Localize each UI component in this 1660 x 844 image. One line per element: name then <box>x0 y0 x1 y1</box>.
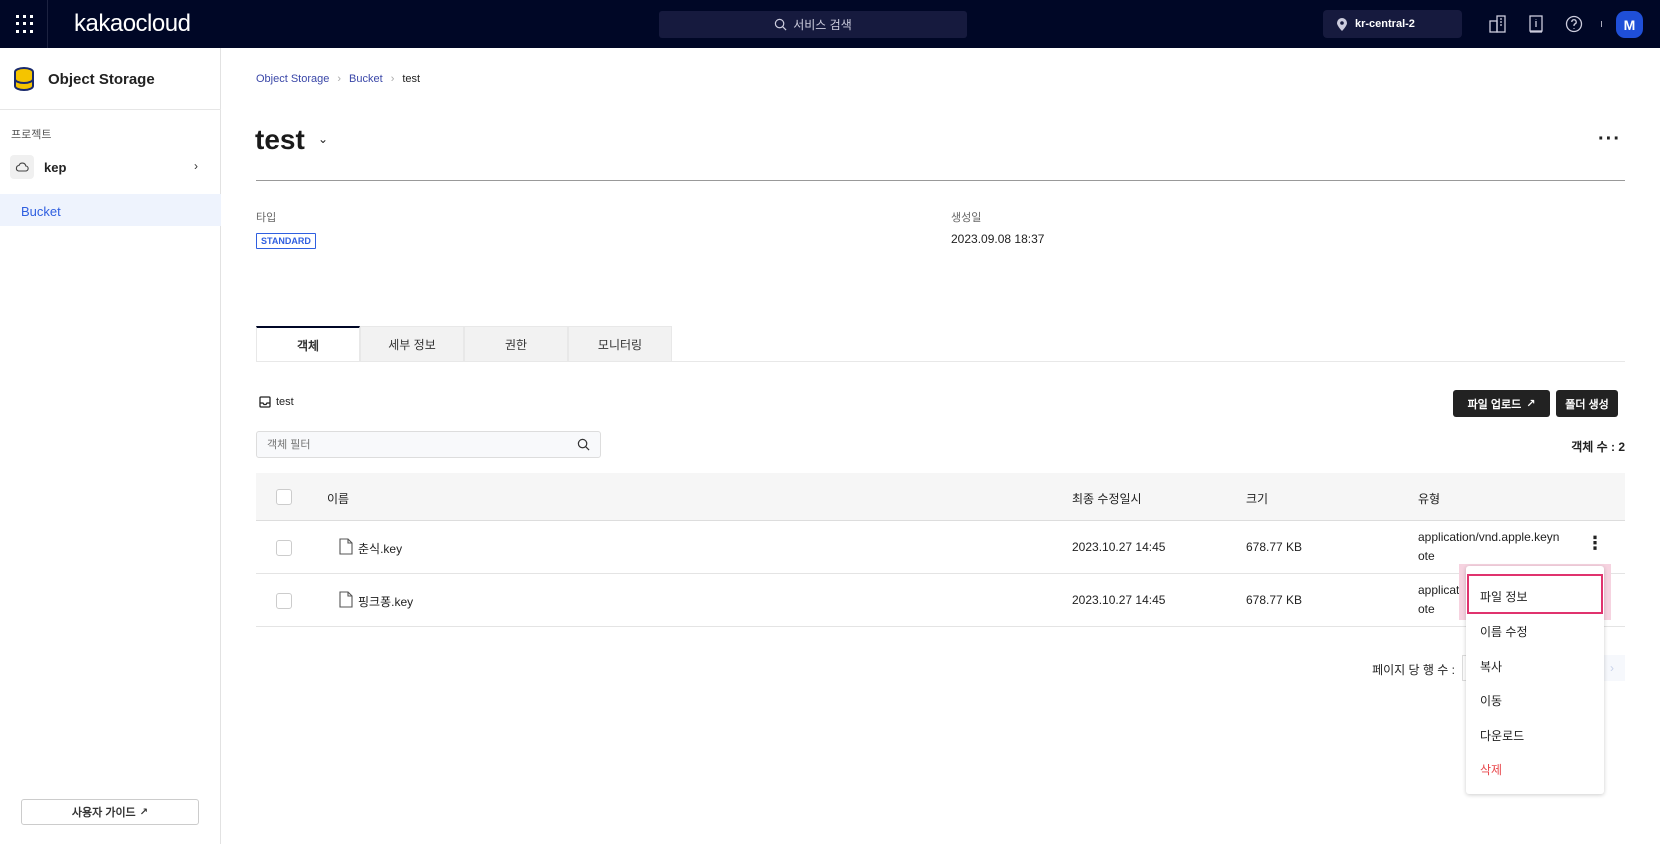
menu-item-download[interactable]: 다운로드 <box>1480 727 1524 744</box>
tab-objects[interactable]: 객체 <box>256 326 360 362</box>
upload-label: 파일 업로드 <box>1467 398 1522 411</box>
region-label: kr-central-2 <box>1355 18 1415 30</box>
app-grid-icon[interactable] <box>16 15 34 33</box>
menu-item-move[interactable]: 이동 <box>1480 692 1502 709</box>
help-icon[interactable] <box>1564 14 1584 34</box>
more-options-icon[interactable]: ··· <box>1598 128 1621 151</box>
created-value: 2023.09.08 18:37 <box>951 232 1045 246</box>
modified: 2023.10.27 14:45 <box>1072 593 1166 607</box>
type-line2: ote <box>1418 602 1435 616</box>
chevron-right-icon: › <box>337 73 342 85</box>
divider <box>256 180 1625 181</box>
size: 678.77 KB <box>1246 540 1303 554</box>
object-count: 객체 수 : 2 <box>1571 440 1625 454</box>
divider <box>1601 21 1602 27</box>
divider <box>256 361 1625 362</box>
object-storage-icon <box>14 67 34 91</box>
menu-item-copy[interactable]: 복사 <box>1480 658 1502 675</box>
create-folder-button[interactable]: 폴더 생성 <box>1556 390 1618 417</box>
menu-item-delete[interactable]: 삭제 <box>1480 761 1502 778</box>
created-label: 생성일 <box>951 212 982 224</box>
tab-details[interactable]: 세부 정보 <box>360 326 464 362</box>
breadcrumb-current: test <box>402 73 421 85</box>
logo[interactable]: kakaocloud <box>74 10 191 38</box>
service-search[interactable]: 서비스 검색 <box>659 11 967 38</box>
section-label: 프로젝트 <box>11 129 52 141</box>
table-row[interactable]: 춘식.key 2023.10.27 14:45 678.77 KB applic… <box>256 521 1625 574</box>
row-checkbox[interactable] <box>276 593 292 609</box>
divider <box>47 0 48 48</box>
file-icon <box>339 538 353 555</box>
table-row[interactable]: 핑크퐁.key 2023.10.27 14:45 678.77 KB appli… <box>256 574 1625 627</box>
user-guide-label: 사용자 가이드 <box>71 807 136 819</box>
building-icon[interactable] <box>1488 14 1508 34</box>
tab-bar: 객체 세부 정보 권한 모니터링 <box>256 326 672 362</box>
divider <box>0 109 221 110</box>
column-modified[interactable]: 최종 수정일시 <box>1072 490 1142 507</box>
menu-item-rename[interactable]: 이름 수정 <box>1480 623 1528 640</box>
guide-book-icon[interactable] <box>1526 14 1546 34</box>
inbox-icon <box>259 396 271 408</box>
tab-monitoring[interactable]: 모니터링 <box>568 326 672 362</box>
highlight-box <box>1467 574 1603 614</box>
search-placeholder: 서비스 검색 <box>793 18 852 32</box>
folder-name: test <box>276 396 294 408</box>
sidebar: Object Storage 프로젝트 kep › Bucket 사용자 가이드… <box>0 48 221 844</box>
chevron-right-icon: › <box>194 159 198 173</box>
row-checkbox[interactable] <box>276 540 292 556</box>
external-link-icon: ↗ <box>1526 398 1536 410</box>
current-folder[interactable]: test <box>259 396 294 408</box>
chevron-down-icon[interactable]: ⌄ <box>318 132 328 146</box>
chevron-right-icon: › <box>390 73 395 85</box>
user-guide-button[interactable]: 사용자 가이드 ↗ <box>21 799 199 825</box>
file-icon <box>339 591 353 608</box>
search-icon[interactable] <box>577 438 590 451</box>
table-header: 이름 최종 수정일시 크기 유형 <box>256 473 1625 521</box>
filter-input[interactable] <box>267 438 547 451</box>
type-label: 타입 <box>256 212 277 224</box>
storage-class-badge: STANDARD <box>256 233 316 249</box>
column-size[interactable]: 크기 <box>1246 490 1268 507</box>
region-selector[interactable]: kr-central-2 <box>1323 10 1462 38</box>
rows-per-page-label: 페이지 당 행 수 : <box>1372 663 1455 677</box>
top-bar: kakaocloud 서비스 검색 kr-central-2 M <box>0 0 1660 48</box>
row-more-icon[interactable]: ⋮ <box>1586 533 1604 554</box>
location-pin-icon <box>1337 17 1347 31</box>
avatar[interactable]: M <box>1616 11 1643 38</box>
file-name[interactable]: 핑크퐁.key <box>358 593 413 610</box>
project-selector[interactable]: kep › <box>10 155 210 181</box>
tab-permissions[interactable]: 권한 <box>464 326 568 362</box>
external-link-icon: ↗ <box>139 806 149 818</box>
search-icon <box>775 18 787 31</box>
file-name[interactable]: 춘식.key <box>358 540 402 557</box>
breadcrumb-bucket[interactable]: Bucket <box>349 73 383 85</box>
page-title: test <box>255 124 305 155</box>
cloud-icon <box>10 155 34 179</box>
service-title: Object Storage <box>48 71 155 88</box>
project-name: kep <box>44 160 67 175</box>
next-page-button[interactable]: › <box>1604 655 1625 681</box>
column-type[interactable]: 유형 <box>1418 490 1440 507</box>
column-name[interactable]: 이름 <box>327 490 349 507</box>
size: 678.77 KB <box>1246 593 1303 607</box>
sidebar-item-bucket[interactable]: Bucket <box>0 194 221 226</box>
breadcrumb: Object Storage › Bucket › test <box>256 73 420 85</box>
object-filter[interactable] <box>256 431 601 458</box>
select-all-checkbox[interactable] <box>276 489 292 505</box>
upload-file-button[interactable]: 파일 업로드 ↗ <box>1453 390 1550 417</box>
type-line2: ote <box>1418 549 1435 563</box>
type-line1: application/vnd.apple.keyn <box>1418 530 1560 544</box>
modified: 2023.10.27 14:45 <box>1072 540 1166 554</box>
breadcrumb-object-storage[interactable]: Object Storage <box>256 73 329 85</box>
